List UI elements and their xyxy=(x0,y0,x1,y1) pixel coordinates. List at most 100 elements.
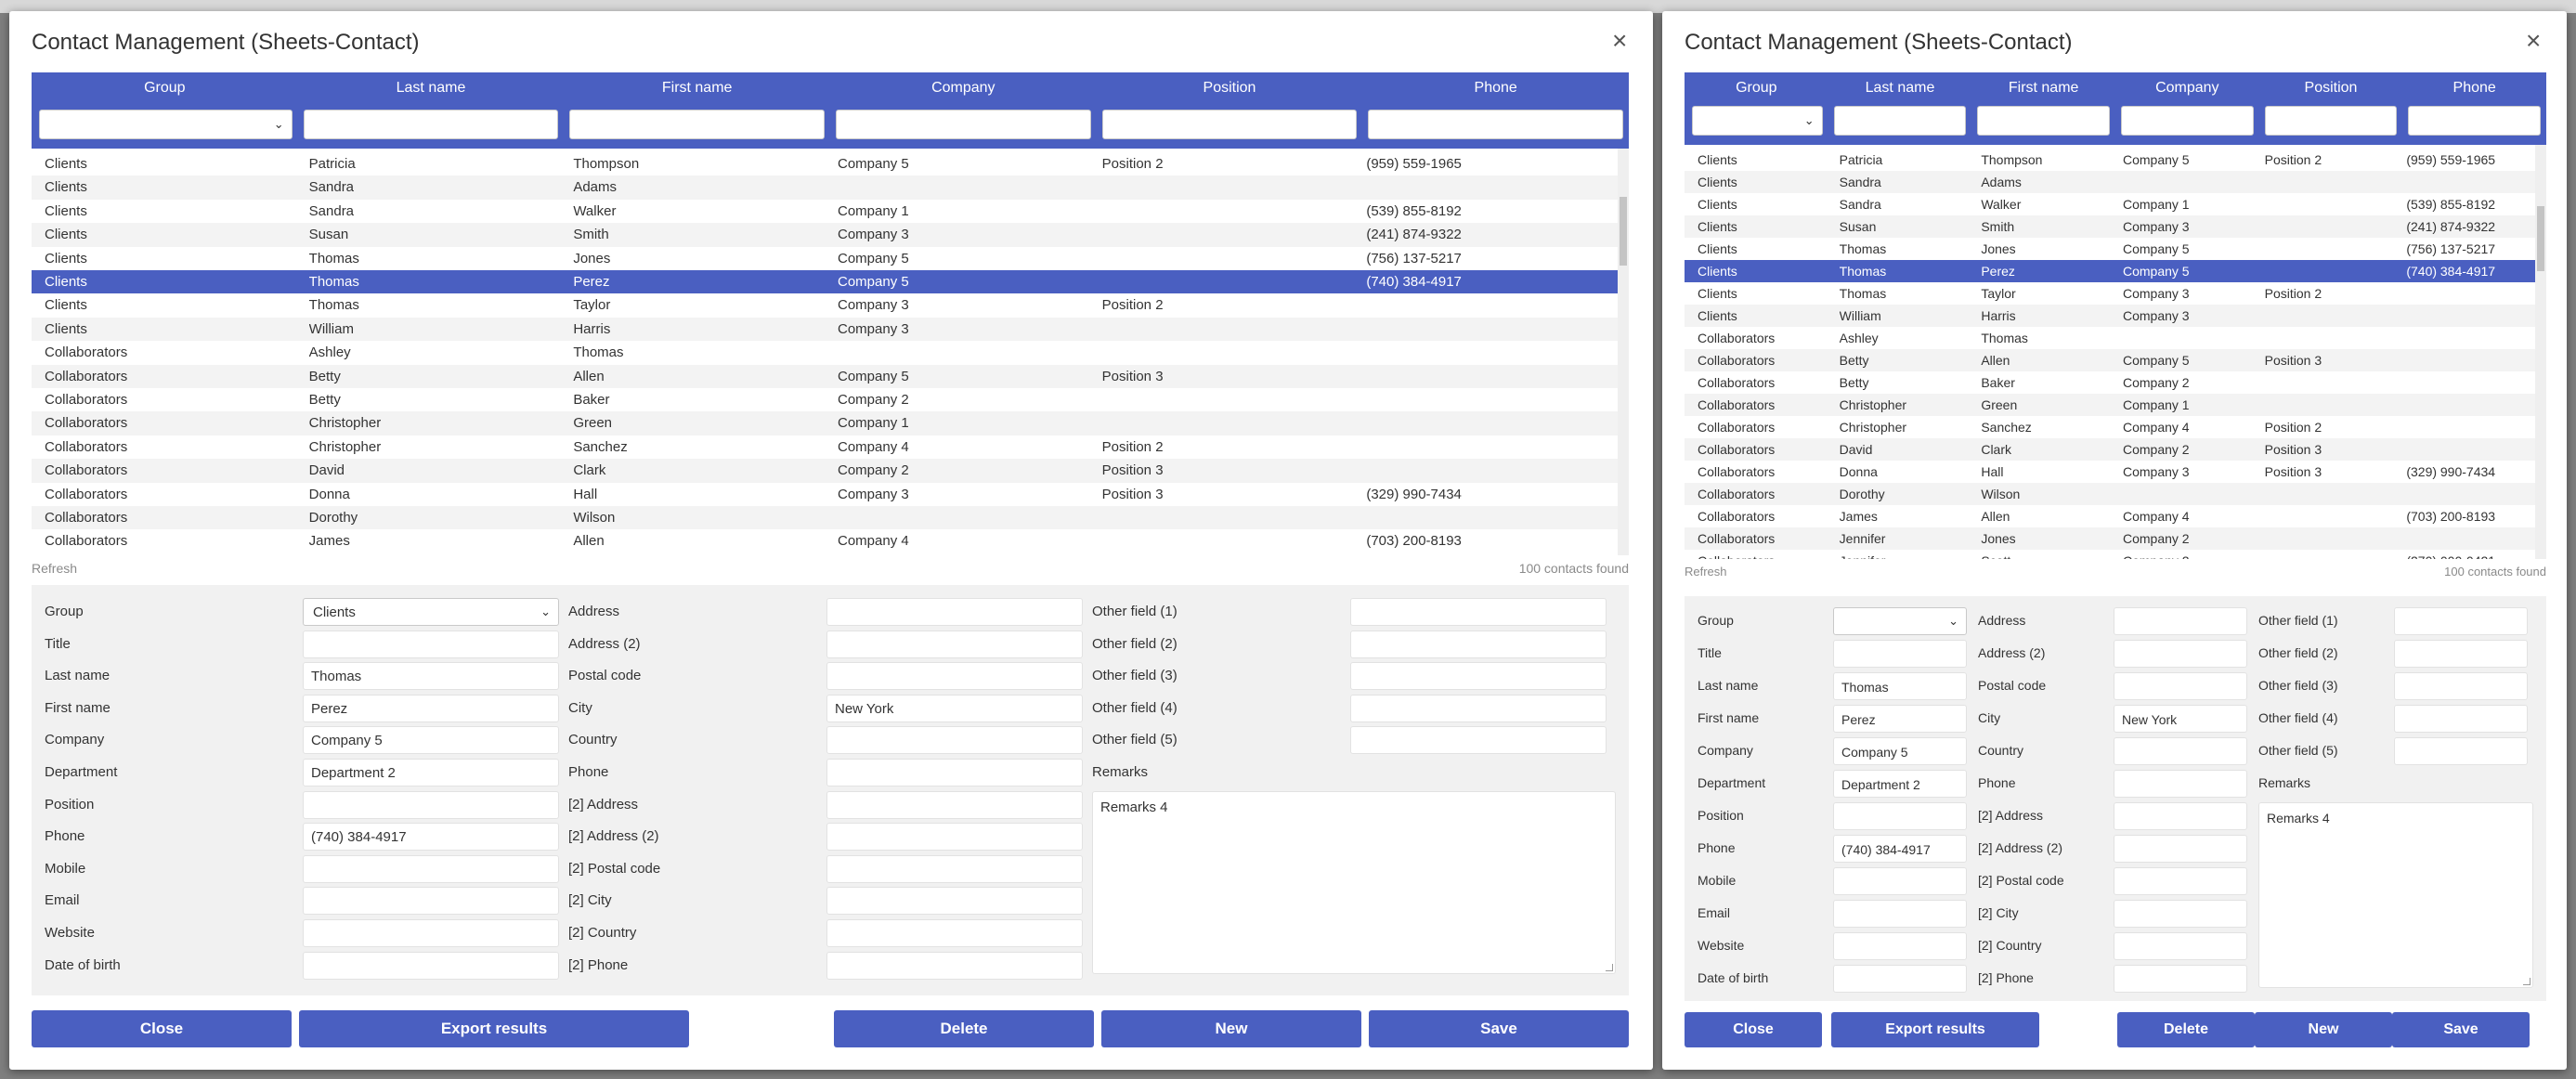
export-results-button[interactable]: Export results xyxy=(299,1010,689,1047)
table-row[interactable]: Clients Susan Smith Company 3 (241) 874-9322 xyxy=(32,223,1618,247)
table-row[interactable]: Collaborators Dorothy Wilson xyxy=(1685,483,2535,505)
field-input[interactable] xyxy=(2114,835,2247,863)
field-input[interactable] xyxy=(2114,607,2247,635)
field-input[interactable] xyxy=(1833,802,1967,830)
field-input[interactable] xyxy=(303,630,559,658)
group-filter-select[interactable]: ⌄ xyxy=(39,110,293,139)
field-input[interactable] xyxy=(826,759,1083,786)
table-row[interactable]: Clients Susan Smith Company 3 (241) 874-9322 xyxy=(1685,215,2535,238)
field-input[interactable]: Company 5 xyxy=(303,726,559,755)
table-scrollbar-thumb[interactable] xyxy=(1620,197,1627,266)
field-input[interactable] xyxy=(826,630,1083,658)
new-button[interactable]: New xyxy=(2255,1012,2392,1047)
field-input[interactable] xyxy=(1833,900,1967,928)
field-input[interactable] xyxy=(303,919,559,947)
table-row[interactable]: Collaborators Christopher Sanchez Company 4… xyxy=(1685,416,2535,438)
field-input[interactable] xyxy=(826,854,1083,883)
column-header[interactable]: Company xyxy=(830,80,1097,97)
field-input[interactable] xyxy=(1833,640,1967,668)
table-row[interactable]: Collaborators Dorothy Wilson xyxy=(32,506,1618,530)
field-input[interactable] xyxy=(2394,737,2528,765)
column-header[interactable]: Last name xyxy=(298,80,565,97)
field-input[interactable] xyxy=(2394,705,2528,733)
table-row[interactable]: Collaborators Jennifer Scott Company 2 (270)… xyxy=(1685,550,2535,559)
table-row[interactable]: Clients Patricia Thompson Company 5 Position… xyxy=(32,152,1618,176)
field-input[interactable] xyxy=(1350,598,1607,626)
group-select[interactable]: Clients ⌄ xyxy=(303,598,559,626)
table-row[interactable]: Collaborators Christopher Sanchez Company 4… xyxy=(32,436,1618,459)
refresh-link[interactable]: Refresh xyxy=(1685,565,1727,578)
field-input[interactable]: Department 2 xyxy=(303,759,559,786)
table-row-selected[interactable]: Clients Thomas Perez Company 5 (740) 384-491… xyxy=(1685,260,2535,282)
column-header[interactable]: Group xyxy=(1685,80,1828,97)
field-input[interactable] xyxy=(2394,672,2528,700)
delete-button[interactable]: Delete xyxy=(2117,1012,2255,1047)
resize-grip-icon[interactable] xyxy=(2523,978,2530,985)
column-filter-input[interactable] xyxy=(2408,106,2541,136)
table-row[interactable]: Collaborators James Allen Company 4 (703) 20… xyxy=(1685,505,2535,527)
field-input[interactable] xyxy=(2114,802,2247,830)
field-input[interactable] xyxy=(826,919,1083,947)
field-input[interactable] xyxy=(826,887,1083,916)
field-input[interactable] xyxy=(1350,726,1607,755)
field-input[interactable] xyxy=(2114,900,2247,928)
table-row[interactable]: Collaborators Ashley Thomas xyxy=(1685,327,2535,349)
table-row[interactable]: Collaborators Ashley Thomas xyxy=(32,341,1618,364)
field-input[interactable]: Department 2 xyxy=(1833,770,1967,798)
column-header[interactable]: Phone xyxy=(2402,80,2546,97)
table-row[interactable]: Collaborators James Allen Company 4 (703) 20… xyxy=(32,529,1618,552)
field-input[interactable] xyxy=(826,662,1083,691)
field-input[interactable] xyxy=(826,726,1083,755)
column-header[interactable]: First name xyxy=(564,80,830,97)
column-header[interactable]: Last name xyxy=(1828,80,1972,97)
column-header[interactable]: First name xyxy=(1971,80,2115,97)
field-input[interactable] xyxy=(1350,630,1607,658)
field-input[interactable] xyxy=(826,951,1083,980)
table-row[interactable]: Collaborators David Clark Company 2 Position… xyxy=(32,459,1618,483)
field-input[interactable]: (740) 384-4917 xyxy=(303,823,559,852)
group-select[interactable]: ⌄ xyxy=(1833,607,1967,635)
table-row-selected[interactable]: Clients Thomas Perez Company 5 (740) 384-491… xyxy=(32,270,1618,294)
field-input[interactable] xyxy=(303,887,559,916)
table-row[interactable]: Collaborators Betty Allen Company 5 Position… xyxy=(32,364,1618,388)
field-input[interactable]: New York xyxy=(2114,705,2247,733)
column-filter-input[interactable] xyxy=(303,110,559,139)
field-input[interactable] xyxy=(2394,640,2528,668)
table-row[interactable]: Clients Sandra Walker Company 1 (539) 855-81… xyxy=(32,200,1618,223)
table-row[interactable]: Collaborators Donna Hall Company 3 Position … xyxy=(1685,461,2535,483)
field-input[interactable] xyxy=(2394,607,2528,635)
column-header[interactable]: Position xyxy=(2259,80,2403,97)
remarks-textarea[interactable]: Remarks 4 xyxy=(1092,790,1616,975)
remarks-textarea[interactable]: Remarks 4 xyxy=(2258,802,2533,988)
column-filter-input[interactable] xyxy=(1833,106,1967,136)
table-row[interactable]: Collaborators Christopher Green Company 1 xyxy=(1685,394,2535,416)
table-row[interactable]: Clients Thomas Jones Company 5 (756) 137-521… xyxy=(1685,238,2535,260)
field-input[interactable] xyxy=(303,854,559,883)
table-row[interactable]: Collaborators Jennifer Jones Company 2 xyxy=(1685,527,2535,550)
column-filter-input[interactable] xyxy=(2264,106,2398,136)
table-row[interactable]: Clients Thomas Jones Company 5 (756) 137-521… xyxy=(32,247,1618,270)
table-row[interactable]: Collaborators Donna Hall Company 3 Position … xyxy=(32,483,1618,506)
field-input[interactable] xyxy=(2114,867,2247,895)
column-header[interactable]: Position xyxy=(1097,80,1363,97)
field-input[interactable] xyxy=(2114,640,2247,668)
column-header[interactable]: Phone xyxy=(1362,80,1629,97)
column-header[interactable]: Group xyxy=(32,80,298,97)
field-input[interactable] xyxy=(826,598,1083,626)
field-input[interactable] xyxy=(2114,672,2247,700)
field-input[interactable] xyxy=(2114,770,2247,798)
field-input[interactable] xyxy=(826,790,1083,819)
column-filter-input[interactable] xyxy=(1368,110,1623,139)
table-row[interactable]: Collaborators Betty Baker Company 2 xyxy=(32,388,1618,411)
field-input[interactable]: Company 5 xyxy=(1833,737,1967,765)
field-input[interactable]: Thomas xyxy=(303,662,559,691)
save-button[interactable]: Save xyxy=(1369,1010,1629,1047)
table-row[interactable]: Collaborators Christopher Green Company 1 xyxy=(32,411,1618,436)
save-button[interactable]: Save xyxy=(2392,1012,2530,1047)
delete-button[interactable]: Delete xyxy=(834,1010,1094,1047)
column-filter-input[interactable] xyxy=(1101,110,1358,139)
field-input[interactable] xyxy=(303,790,559,819)
close-icon[interactable]: × xyxy=(2526,28,2541,54)
field-input[interactable]: Perez xyxy=(1833,705,1967,733)
field-input[interactable] xyxy=(1833,867,1967,895)
